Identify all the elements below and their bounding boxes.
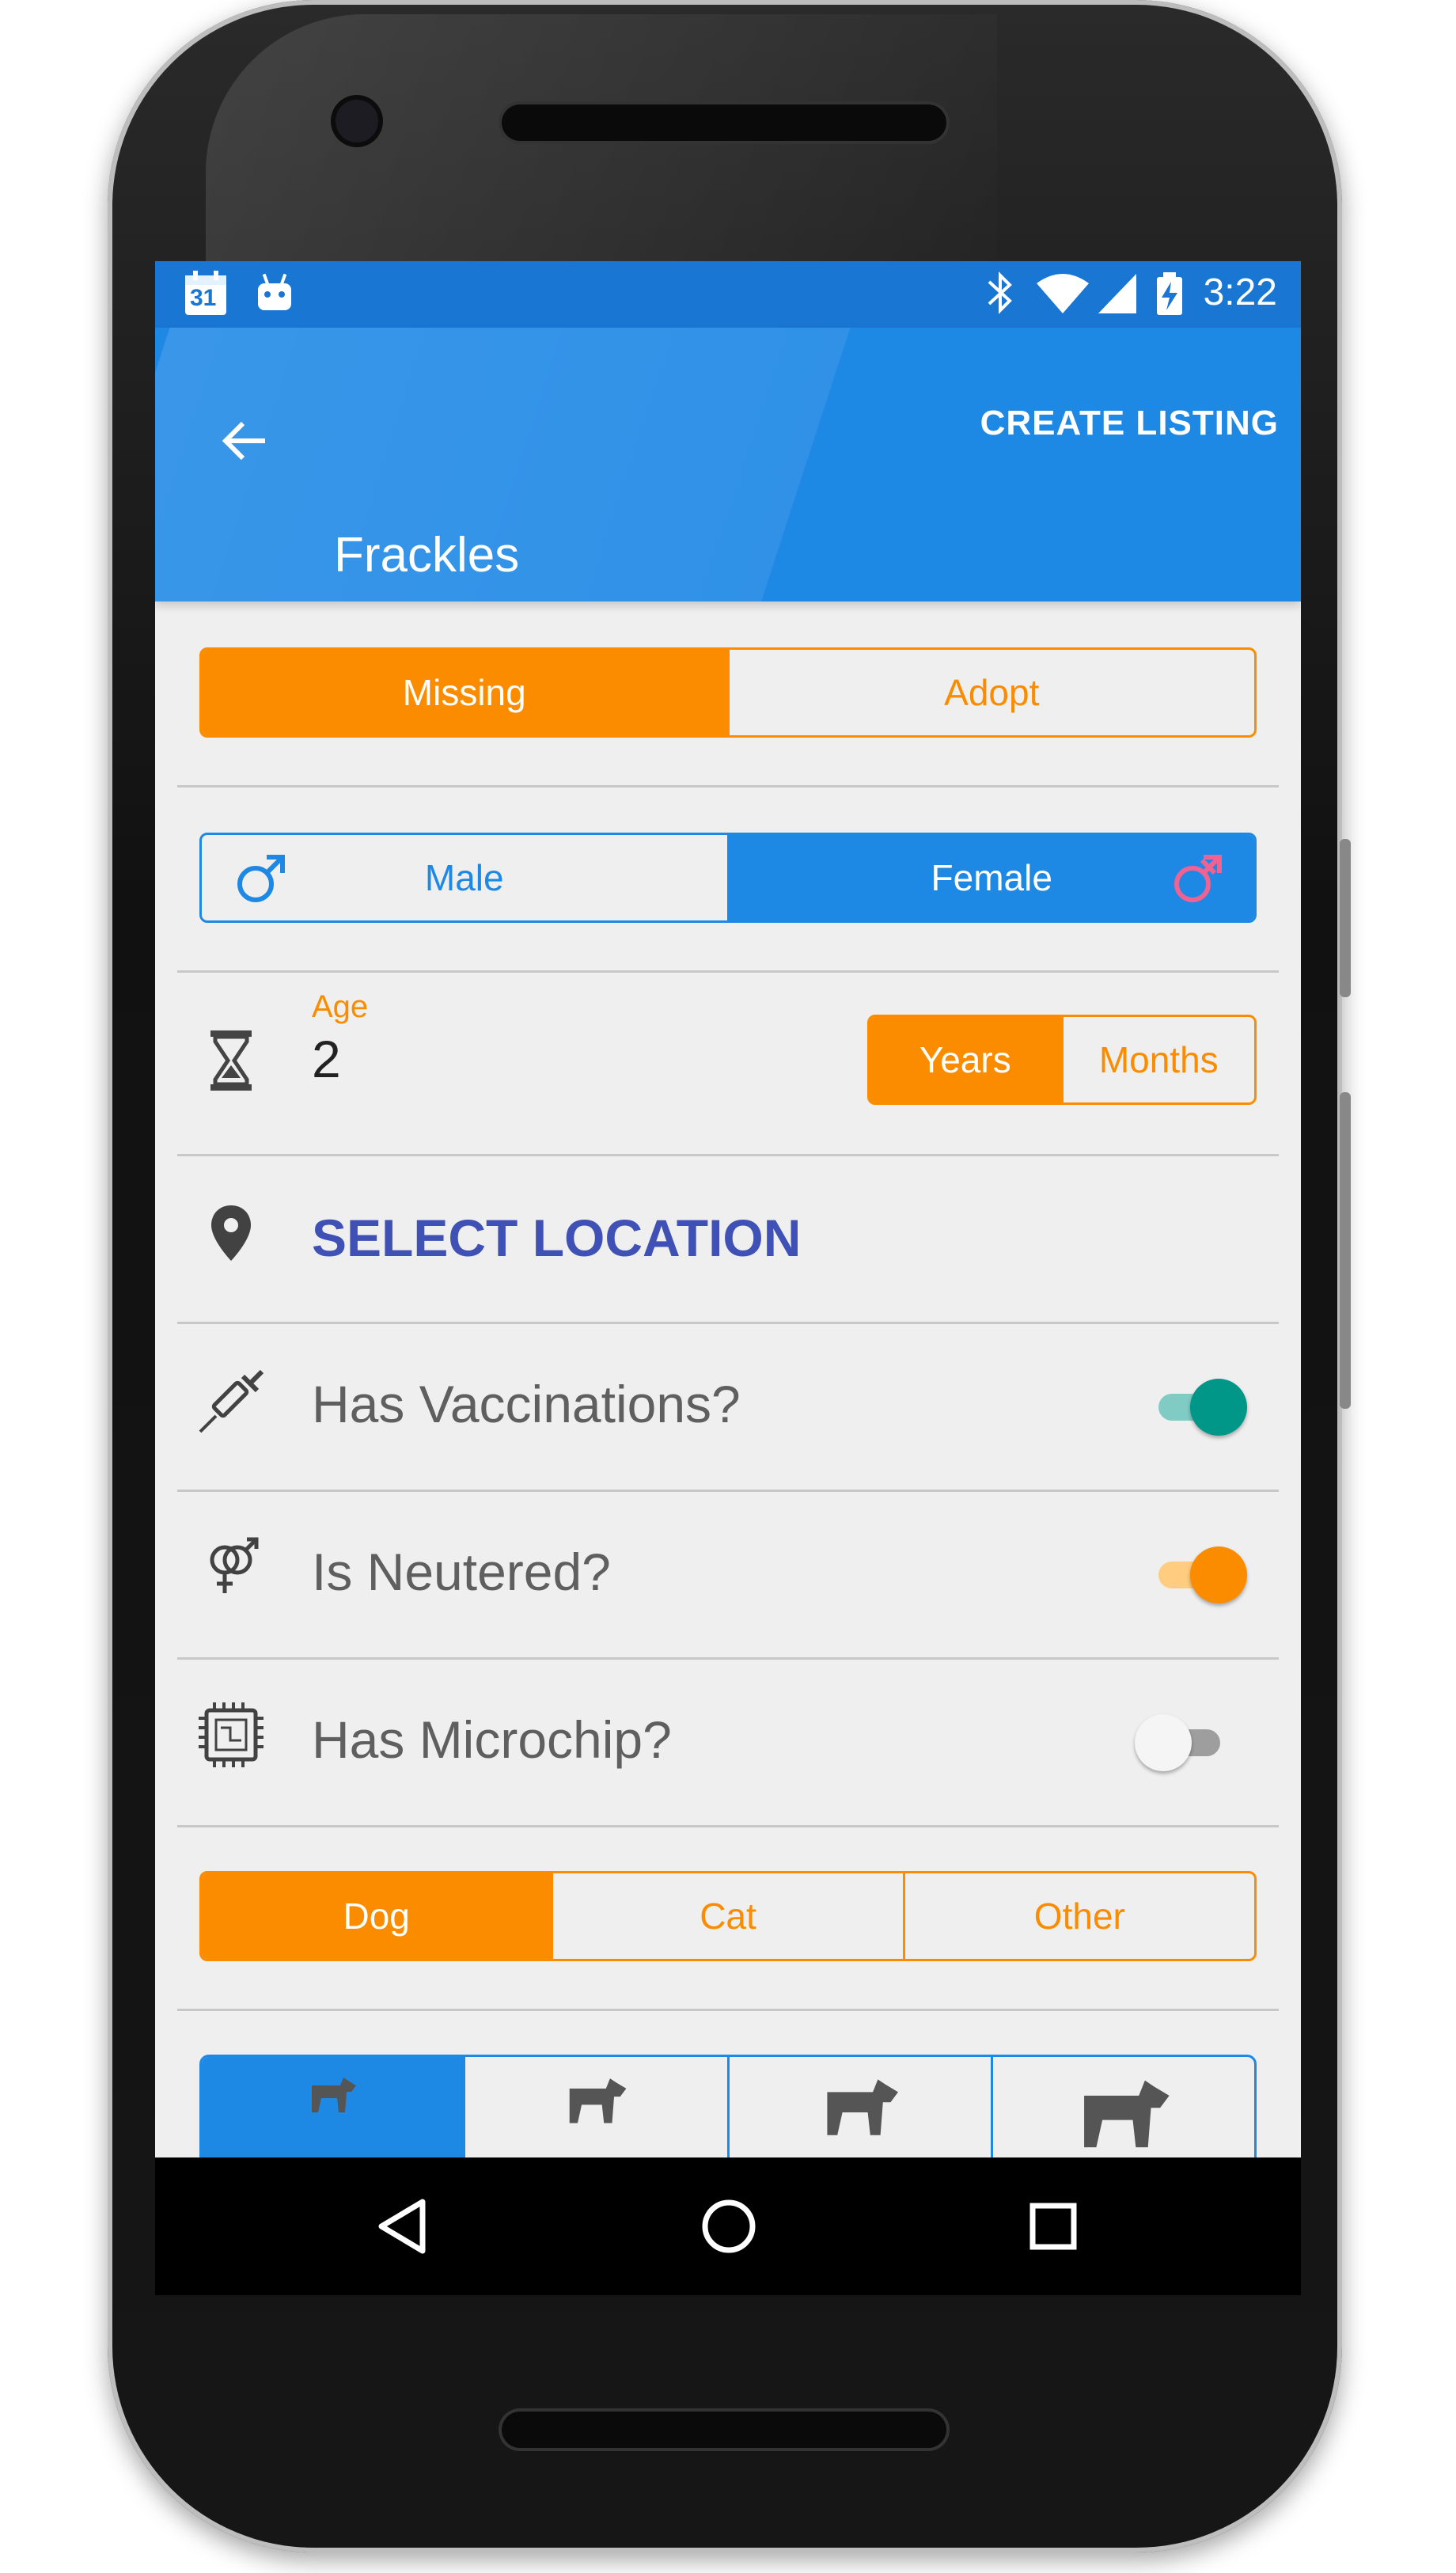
microchip-label: Has Microchip? [312, 1710, 672, 1769]
divider [177, 970, 1279, 973]
calendar-day: 31 [190, 285, 217, 311]
bottom-speaker [502, 2412, 946, 2448]
divider [177, 2009, 1279, 2011]
years-option[interactable]: Years [870, 1017, 1061, 1102]
top-speaker [502, 104, 946, 141]
male-label: Male [424, 857, 504, 898]
navigation-bar [155, 2157, 1301, 2295]
divider [177, 785, 1279, 787]
dog-option[interactable]: Dog [202, 1873, 552, 1959]
status-clock: 3:22 [1203, 271, 1277, 313]
create-listing-button[interactable]: CREATE LISTING [980, 404, 1279, 443]
gender-toggle: Male Female [199, 833, 1257, 923]
microchip-icon [191, 1695, 271, 1774]
divider [177, 1825, 1279, 1827]
screen: 31 3:22 CREATE LISTING Frackles Missing … [155, 261, 1301, 2295]
vaccinations-label: Has Vaccinations? [312, 1375, 741, 1433]
status-bar: 31 3:22 [155, 261, 1301, 328]
age-unit-toggle: Years Months [867, 1015, 1257, 1105]
battery-charging-icon [1154, 269, 1185, 317]
gender-symbols-icon [191, 1527, 271, 1607]
cellular-signal-icon [1095, 269, 1139, 317]
age-label: Age [312, 989, 369, 1024]
divider [177, 1154, 1279, 1156]
wifi-icon [1035, 269, 1090, 317]
arrow-back-icon [219, 416, 270, 470]
female-icon [1170, 851, 1226, 915]
months-option[interactable]: Months [1060, 1017, 1255, 1102]
female-label: Female [931, 857, 1052, 898]
other-option[interactable]: Other [902, 1873, 1254, 1959]
missing-option[interactable]: Missing [202, 650, 727, 735]
triangle-back-icon [369, 2199, 440, 2265]
back-button[interactable] [201, 399, 288, 486]
species-toggle: Dog Cat Other [199, 1871, 1257, 1961]
location-pin-icon [191, 1194, 271, 1273]
neutered-label: Is Neutered? [312, 1543, 611, 1601]
app-bar: CREATE LISTING Frackles [155, 328, 1301, 602]
front-camera [336, 100, 378, 142]
microchip-switch[interactable] [1133, 1711, 1228, 1774]
power-button[interactable] [1340, 839, 1351, 997]
circle-home-icon [693, 2199, 764, 2265]
switch-thumb [1190, 1379, 1247, 1436]
calendar-icon: 31 [184, 269, 228, 317]
syringe-icon [191, 1361, 271, 1440]
page-title: Frackles [334, 528, 520, 583]
android-icon [255, 269, 294, 317]
divider [177, 1657, 1279, 1660]
divider [177, 1490, 1279, 1492]
bluetooth-icon [984, 269, 1016, 317]
nav-recents-button[interactable] [1018, 2191, 1089, 2262]
female-option[interactable]: Female [726, 835, 1254, 920]
switch-thumb [1135, 1714, 1192, 1771]
adopt-option[interactable]: Adopt [726, 650, 1255, 735]
nav-home-button[interactable] [693, 2191, 764, 2262]
vaccinations-switch[interactable] [1155, 1376, 1250, 1439]
neutered-switch[interactable] [1155, 1543, 1250, 1607]
male-icon [233, 851, 289, 915]
cat-option[interactable]: Cat [551, 1873, 902, 1959]
square-recents-icon [1018, 2203, 1089, 2265]
listing-type-toggle: Missing Adopt [199, 647, 1257, 738]
age-input[interactable]: 2 [312, 1029, 341, 1089]
select-location-button[interactable]: SELECT LOCATION [312, 1208, 801, 1268]
male-option[interactable]: Male [202, 835, 727, 920]
volume-button[interactable] [1340, 1092, 1351, 1409]
nav-back-button[interactable] [369, 2191, 440, 2262]
switch-thumb [1190, 1546, 1247, 1603]
hourglass-icon [191, 1021, 271, 1100]
divider [177, 1322, 1279, 1324]
